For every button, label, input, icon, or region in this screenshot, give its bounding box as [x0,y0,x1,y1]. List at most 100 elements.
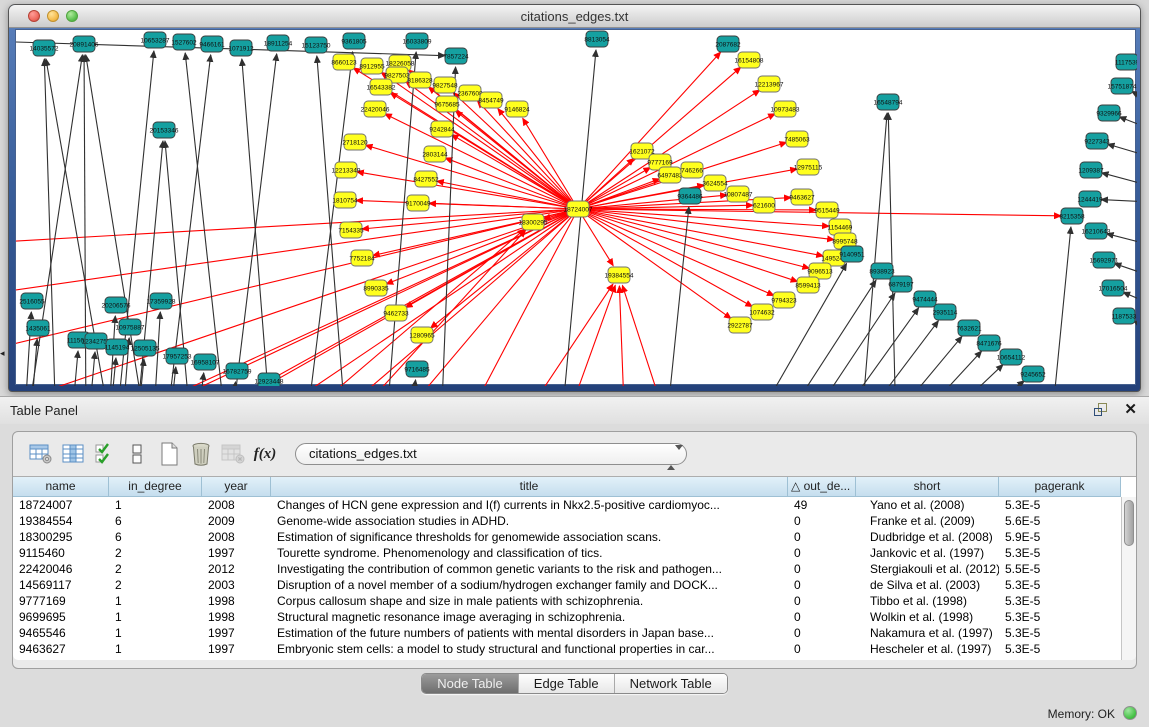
column-header-out_degree[interactable]: △ out_de... [788,477,856,497]
function-builder-button[interactable]: f(x) [249,440,281,468]
graph-edge[interactable] [861,113,887,386]
cell-year[interactable]: 2009 [202,513,271,529]
graph-edge[interactable] [1132,91,1137,102]
graph-edge[interactable] [456,111,578,209]
graph-edge[interactable] [578,209,613,266]
graph-edge[interactable] [409,380,416,386]
cell-name[interactable]: 19384554 [13,513,109,529]
graph-edge[interactable] [1107,234,1137,245]
cell-pagerank[interactable]: 5.3E-5 [999,609,1121,625]
cell-title[interactable]: Changes of HCN gene expression and I(f) … [271,497,788,513]
column-header-title[interactable]: title [271,477,788,497]
cell-short[interactable]: Wolkin et al. (1998) [856,609,999,625]
graph-edge[interactable] [16,209,578,300]
graph-edge[interactable] [390,93,578,209]
cell-pagerank[interactable]: 5.3E-5 [999,625,1121,641]
float-panel-icon[interactable] [1094,402,1110,417]
cell-year[interactable]: 2003 [202,577,271,593]
graph-edge[interactable] [16,209,578,386]
memory-status-indicator[interactable] [1123,706,1137,720]
graph-edge[interactable] [88,352,95,386]
zoom-button[interactable] [66,10,78,22]
cell-name[interactable]: 18300295 [13,529,109,545]
tab-node-table[interactable]: Node Table [422,674,518,693]
cell-in_degree[interactable]: 2 [109,577,202,593]
cell-name[interactable]: 18724007 [13,497,109,513]
cell-out_degree[interactable]: 0 [788,513,856,529]
cell-in_degree[interactable]: 1 [109,625,202,641]
cell-year[interactable]: 1997 [202,625,271,641]
cell-out_degree[interactable]: 0 [788,529,856,545]
graph-edge[interactable] [666,207,689,386]
cell-title[interactable]: Structural magnetic resonance image aver… [271,609,788,625]
cell-year[interactable]: 1997 [202,545,271,561]
table-row[interactable]: 969969511998Structural magnetic resonanc… [13,609,1136,625]
cell-pagerank[interactable]: 5.5E-5 [999,561,1121,577]
cell-year[interactable]: 1998 [202,593,271,609]
column-visibility-button[interactable] [57,440,89,468]
cell-year[interactable]: 2008 [202,529,271,545]
cell-in_degree[interactable]: 2 [109,545,202,561]
table-selector-dropdown[interactable]: citations_edges.txt [295,443,687,465]
graph-edge[interactable] [961,381,1024,386]
table-settings-button[interactable] [25,440,57,468]
cell-pagerank[interactable]: 5.3E-5 [999,593,1121,609]
table-row[interactable]: 2242004622012Investigating the contribut… [13,561,1136,577]
column-header-in_degree[interactable]: in_degree [109,477,202,497]
graph-edge[interactable] [578,209,823,256]
cell-out_degree[interactable]: 0 [788,561,856,577]
graph-edge[interactable] [856,321,938,386]
cell-in_degree[interactable]: 1 [109,609,202,625]
tab-network-table[interactable]: Network Table [614,674,727,693]
graph-edge[interactable] [366,145,578,209]
close-button[interactable] [28,10,40,22]
graph-edge[interactable] [1102,173,1137,186]
cell-name[interactable]: 14569117 [13,577,109,593]
create-new-column-button[interactable] [153,440,185,468]
graph-edge[interactable] [884,336,962,386]
cell-pagerank[interactable]: 5.3E-5 [999,497,1121,513]
cell-pagerank[interactable]: 5.3E-5 [999,545,1121,561]
cell-in_degree[interactable]: 6 [109,529,202,545]
cell-short[interactable]: Yano et al. (2008) [856,497,999,513]
cell-title[interactable]: Disruption of a novel member of a sodium… [271,577,788,593]
scrollbar-thumb[interactable] [1124,500,1134,546]
cell-year[interactable]: 2008 [202,497,271,513]
graph-edge[interactable] [1114,264,1137,276]
graph-edge[interactable] [231,54,277,386]
cell-out_degree[interactable]: 0 [788,593,856,609]
graph-edge[interactable] [1051,227,1071,386]
selection-mode-button[interactable] [89,440,121,468]
graph-edge[interactable] [16,209,578,386]
table-row[interactable]: 977716911998Corpus callosum shape and si… [13,593,1136,609]
cell-title[interactable]: Estimation of significance thresholds fo… [271,529,788,545]
graph-edge[interactable] [1123,292,1137,304]
column-header-pagerank[interactable]: pagerank [999,477,1121,497]
panel-collapse-handle[interactable]: ◂ [0,348,5,359]
cell-out_degree[interactable]: 0 [788,625,856,641]
cell-short[interactable]: Nakamura et al. (1997) [856,625,999,641]
delete-columns-button[interactable] [185,440,217,468]
graph-edge[interactable] [556,285,615,386]
graph-edge[interactable] [1101,200,1137,202]
cell-short[interactable]: Hescheler et al. (1997) [856,641,999,657]
cell-in_degree[interactable]: 2 [109,561,202,577]
cell-year[interactable]: 2012 [202,561,271,577]
cell-title[interactable]: Estimation of the future numbers of pati… [271,625,788,641]
minimize-button[interactable] [47,10,59,22]
window-titlebar[interactable]: citations_edges.txt [9,5,1140,28]
cell-title[interactable]: Investigating the contribution of common… [271,561,788,577]
table-scrollbar[interactable] [1121,497,1136,660]
table-row[interactable]: 1872400712008Changes of HCN gene express… [13,497,1136,513]
cell-title[interactable]: Embryonic stem cells: a model to study s… [271,641,788,657]
graph-edge[interactable] [619,286,626,386]
cell-name[interactable]: 9115460 [13,545,109,561]
cell-out_degree[interactable]: 0 [788,641,856,657]
graph-edge[interactable] [578,209,809,268]
column-header-short[interactable]: short [856,477,999,497]
graph-edge[interactable] [16,209,578,386]
graph-edge[interactable] [804,293,895,386]
column-header-year[interactable]: year [202,477,271,497]
close-panel-icon[interactable]: ✕ [1124,402,1137,417]
cell-short[interactable]: Franke et al. (2009) [856,513,999,529]
